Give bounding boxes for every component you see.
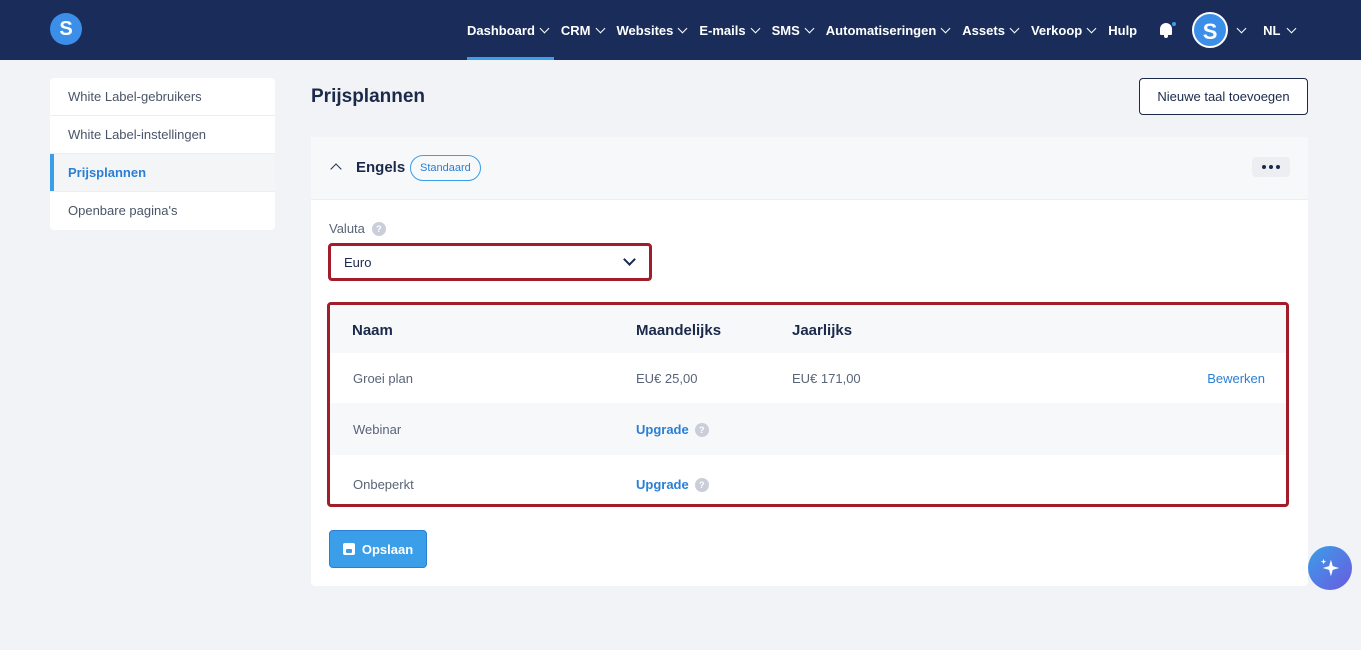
- chevron-down-icon: [623, 253, 636, 266]
- language-label: NL: [1263, 22, 1281, 38]
- plan-monthly-price: EU€ 25,00: [636, 371, 698, 386]
- nav-help-label: Hulp: [1108, 22, 1138, 38]
- help-icon[interactable]: ?: [694, 477, 709, 492]
- notification-dot: [1171, 21, 1178, 27]
- nav-sales-label: Verkoop: [1030, 22, 1083, 38]
- nav-emails[interactable]: E-mails: [699, 0, 761, 60]
- sidebar-item-pricing-plans[interactable]: Prijsplannen: [50, 154, 275, 192]
- nav-emails-label: E-mails: [699, 22, 746, 38]
- chevron-down-icon: [595, 23, 605, 33]
- column-header-monthly: Maandelijks: [636, 322, 722, 339]
- table-row: Webinar Upgrade?: [330, 403, 1286, 455]
- currency-select-value: Euro: [344, 255, 372, 270]
- help-icon[interactable]: ?: [371, 221, 386, 236]
- sparkle-icon: [1320, 558, 1340, 577]
- chevron-down-icon: [539, 23, 550, 33]
- upgrade-link[interactable]: Upgrade?: [636, 422, 709, 437]
- currency-label-row: Valuta ?: [329, 221, 386, 236]
- language-card: Engels Standaard Valuta ? Euro Naam Maan…: [311, 137, 1308, 586]
- nav-automations[interactable]: Automatiseringen: [825, 0, 951, 60]
- nav-assets[interactable]: Assets: [962, 0, 1020, 60]
- help-icon[interactable]: ?: [694, 422, 709, 437]
- chevron-down-icon: [1287, 23, 1297, 33]
- upgrade-label: Upgrade: [636, 477, 689, 492]
- nav-sms-label: SMS: [771, 22, 800, 38]
- nav-websites-label: Websites: [616, 22, 674, 38]
- bell-icon[interactable]: [1158, 21, 1178, 39]
- table-row: Onbeperkt Upgrade?: [330, 455, 1286, 504]
- edit-plan-link[interactable]: Bewerken: [1207, 371, 1265, 386]
- nav-help[interactable]: Hulp: [1108, 0, 1137, 60]
- save-button[interactable]: Opslaan: [329, 530, 427, 568]
- currency-select[interactable]: Euro: [328, 243, 652, 281]
- chevron-down-icon: [1086, 23, 1097, 33]
- nav-automations-label: Automatiseringen: [825, 22, 937, 38]
- table-header: Naam Maandelijks Jaarlijks: [330, 305, 1286, 353]
- status-badge: Standaard: [410, 155, 481, 181]
- plan-name: Onbeperkt: [353, 477, 414, 492]
- upgrade-link[interactable]: Upgrade?: [636, 477, 709, 492]
- save-button-label: Opslaan: [361, 541, 414, 557]
- top-navbar: S Dashboard CRM Websites E-mails SMS Aut…: [0, 0, 1361, 60]
- currency-label: Valuta: [329, 221, 365, 236]
- nav-dashboard[interactable]: Dashboard: [467, 0, 554, 60]
- settings-sidebar: White Label-gebruikers White Label-inste…: [50, 78, 275, 230]
- chevron-down-icon: [750, 23, 761, 33]
- chevron-up-icon[interactable]: [330, 163, 342, 175]
- table-row: Groei plan EU€ 25,00 EU€ 171,00 Bewerken: [330, 353, 1286, 403]
- nav-websites[interactable]: Websites: [616, 0, 688, 60]
- nav-sms[interactable]: SMS: [771, 0, 815, 60]
- nav-assets-label: Assets: [962, 22, 1005, 38]
- assistant-button[interactable]: [1308, 546, 1352, 590]
- column-header-name: Naam: [352, 322, 393, 339]
- page-title: Prijsplannen: [311, 86, 426, 107]
- pricing-table: Naam Maandelijks Jaarlijks Groei plan EU…: [327, 302, 1289, 507]
- floppy-disk-icon: [342, 543, 355, 555]
- sidebar-item-public-pages[interactable]: Openbare pagina's: [50, 192, 275, 230]
- chevron-down-icon: [804, 23, 815, 33]
- chevron-down-icon: [1009, 23, 1020, 33]
- add-language-button[interactable]: Nieuwe taal toevoegen: [1139, 78, 1308, 115]
- app-logo[interactable]: S: [50, 13, 82, 45]
- language-switcher[interactable]: NL: [1263, 22, 1297, 38]
- nav-sales[interactable]: Verkoop: [1030, 0, 1097, 60]
- language-name: Engels: [356, 159, 406, 176]
- column-header-yearly: Jaarlijks: [792, 322, 853, 339]
- main-nav: Dashboard CRM Websites E-mails SMS Autom…: [467, 0, 1297, 60]
- language-card-header[interactable]: Engels Standaard: [311, 137, 1308, 200]
- nav-dashboard-label: Dashboard: [467, 22, 535, 38]
- chevron-down-icon[interactable]: [1236, 23, 1247, 33]
- sidebar-item-white-label-settings[interactable]: White Label-instellingen: [50, 116, 275, 154]
- more-horizontal-icon[interactable]: [1252, 157, 1290, 177]
- nav-crm[interactable]: CRM: [560, 0, 605, 60]
- chevron-down-icon: [677, 23, 688, 33]
- nav-crm-label: CRM: [560, 22, 591, 38]
- plan-name: Groei plan: [353, 371, 413, 386]
- chevron-down-icon: [940, 23, 951, 33]
- plan-name: Webinar: [353, 422, 402, 437]
- avatar[interactable]: S: [1192, 12, 1229, 48]
- sidebar-item-white-label-users[interactable]: White Label-gebruikers: [50, 78, 275, 116]
- plan-yearly-price: EU€ 171,00: [792, 371, 861, 386]
- upgrade-label: Upgrade: [636, 422, 689, 437]
